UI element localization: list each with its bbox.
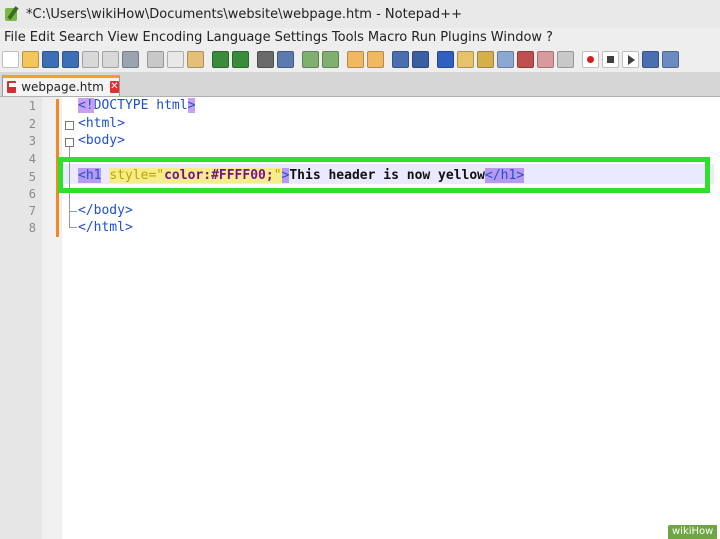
line-number: 1 <box>28 99 36 113</box>
fold-toggle-icon[interactable] <box>65 138 74 147</box>
line-number: 7 <box>28 204 36 218</box>
line-number: 4 <box>28 152 36 166</box>
show-all-characters-icon[interactable] <box>412 50 429 68</box>
menu-tools[interactable]: Tools <box>328 30 364 45</box>
run-macro-multiple-icon[interactable] <box>642 50 659 68</box>
code-line-8: </html> <box>78 220 133 235</box>
unsaved-file-icon <box>7 81 18 93</box>
window-title: *C:\Users\wikiHow\Documents\website\webp… <box>26 6 462 22</box>
fold-end-marker <box>69 211 77 212</box>
save-macro-icon[interactable] <box>662 50 679 68</box>
replace-icon[interactable] <box>277 50 294 68</box>
save-all-icon[interactable] <box>62 50 79 68</box>
tab-bar: webpage.htm ✕ <box>0 72 720 97</box>
zoom-out-icon[interactable] <box>322 50 339 68</box>
menu-window[interactable]: Window <box>487 30 542 45</box>
function-list-icon[interactable] <box>497 50 514 68</box>
fold-toggle-icon[interactable] <box>65 121 74 130</box>
monitoring-icon[interactable] <box>537 50 554 68</box>
line-number: 2 <box>28 117 36 131</box>
editor-area[interactable]: 1 2 3 4 5 6 7 8 <!DOCTYPE html> <html> <… <box>0 97 720 539</box>
new-file-icon[interactable] <box>2 50 19 68</box>
line-number: 5 <box>28 170 36 184</box>
tab-webpage[interactable]: webpage.htm ✕ <box>2 75 120 96</box>
notepad-plus-plus-icon <box>4 6 20 22</box>
close-all-icon[interactable] <box>102 50 119 68</box>
menu-help[interactable]: ? <box>542 30 553 45</box>
highlight-box <box>58 157 710 193</box>
code-line-2: <html> <box>78 116 125 131</box>
stop-record-icon[interactable] <box>602 50 619 68</box>
code-line-1: <!DOCTYPE html> <box>78 98 196 113</box>
cut-icon[interactable] <box>147 50 164 68</box>
sync-horizontal-icon[interactable] <box>367 50 384 68</box>
toolbar <box>0 46 720 72</box>
paste-icon[interactable] <box>187 50 204 68</box>
line-number: 8 <box>28 221 36 235</box>
document-map-icon[interactable] <box>477 50 494 68</box>
redo-icon[interactable] <box>232 50 249 68</box>
play-macro-icon[interactable] <box>622 50 639 68</box>
sync-vertical-icon[interactable] <box>347 50 364 68</box>
print-icon[interactable] <box>122 50 139 68</box>
doctype-close: > <box>187 98 196 113</box>
line-number: 3 <box>28 134 36 148</box>
find-icon[interactable] <box>257 50 274 68</box>
close-icon[interactable] <box>82 50 99 68</box>
menu-plugins[interactable]: Plugins <box>436 30 487 45</box>
doctype-text: DOCTYPE html <box>93 98 188 113</box>
indent-guide-icon[interactable] <box>437 50 454 68</box>
close-tab-icon[interactable]: ✕ <box>109 81 119 93</box>
menu-edit[interactable]: Edit <box>26 30 55 45</box>
menu-view[interactable]: View <box>104 30 139 45</box>
eye-icon[interactable] <box>557 50 574 68</box>
menu-bar: File Edit Search View Encoding Language … <box>0 28 720 46</box>
open-file-icon[interactable] <box>22 50 39 68</box>
doctype-open: <! <box>78 98 94 113</box>
undo-icon[interactable] <box>212 50 229 68</box>
line-number: 6 <box>28 187 36 201</box>
code-line-7: </body> <box>78 203 133 218</box>
word-wrap-icon[interactable] <box>392 50 409 68</box>
save-icon[interactable] <box>42 50 59 68</box>
menu-encoding[interactable]: Encoding <box>138 30 202 45</box>
record-macro-icon[interactable] <box>582 50 599 68</box>
tab-label: webpage.htm <box>21 80 104 94</box>
menu-file[interactable]: File <box>0 30 26 45</box>
copy-icon[interactable] <box>167 50 184 68</box>
title-bar: *C:\Users\wikiHow\Documents\website\webp… <box>0 0 720 28</box>
user-language-icon[interactable] <box>457 50 474 68</box>
fold-end-marker <box>69 227 77 228</box>
watermark: wikiHow <box>668 525 718 539</box>
zoom-in-icon[interactable] <box>302 50 319 68</box>
menu-search[interactable]: Search <box>55 30 104 45</box>
code-line-3: <body> <box>78 133 125 148</box>
menu-settings[interactable]: Settings <box>271 30 328 45</box>
menu-language[interactable]: Language <box>202 30 270 45</box>
menu-macro[interactable]: Macro <box>364 30 407 45</box>
menu-run[interactable]: Run <box>407 30 436 45</box>
folder-workspace-icon[interactable] <box>517 50 534 68</box>
